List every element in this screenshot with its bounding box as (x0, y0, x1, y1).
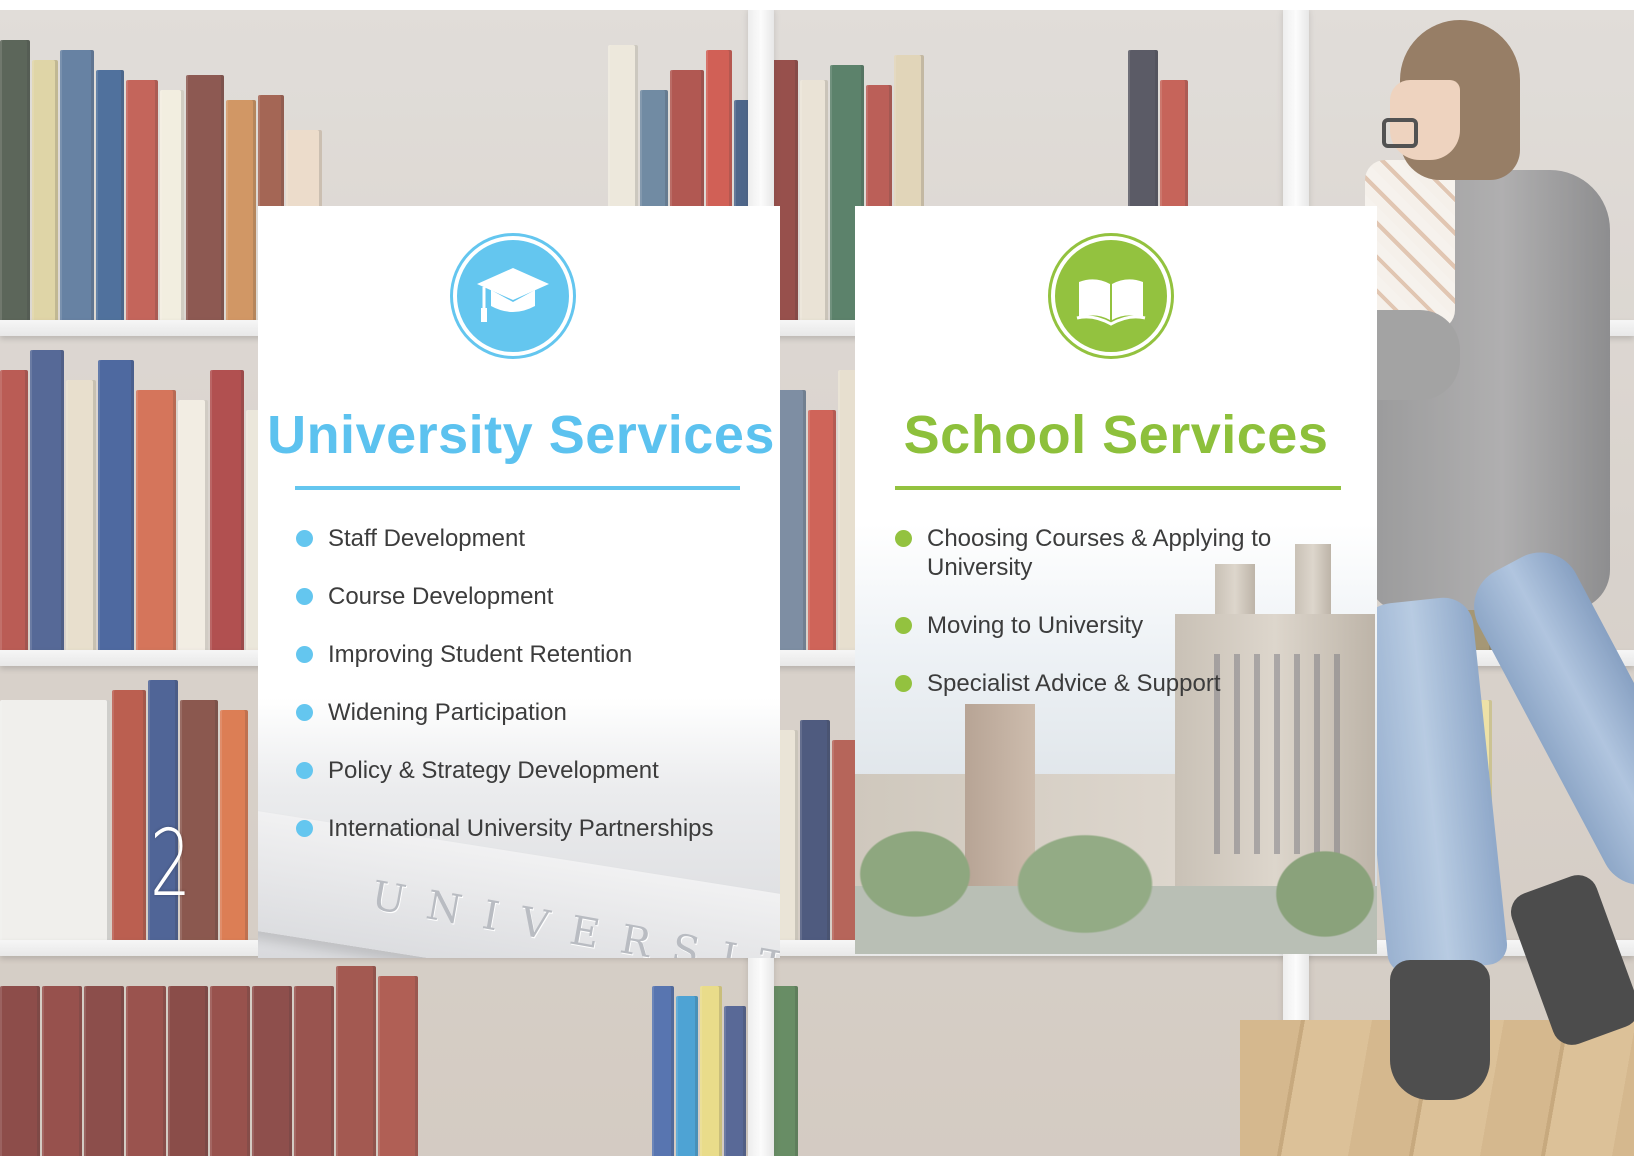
list-item: International University Partnerships (296, 814, 766, 843)
school-services-list: Choosing Courses & Applying to Universit… (895, 524, 1295, 727)
university-title-underline (295, 486, 740, 490)
university-services-title: University Services (267, 405, 775, 465)
list-item: Course Development (296, 582, 766, 611)
school-services-title: School Services (903, 405, 1329, 465)
list-item: Widening Participation (296, 698, 766, 727)
list-item: Staff Development (296, 524, 766, 553)
bullet-icon (296, 588, 313, 605)
page-number: 2 (150, 810, 191, 917)
school-services-card: School Services Choosing Courses & Apply… (855, 206, 1377, 954)
university-services-list: Staff Development Course Development Imp… (296, 524, 766, 872)
bullet-icon (296, 704, 313, 721)
bullet-icon (296, 820, 313, 837)
list-item: Moving to University (895, 611, 1295, 640)
bullet-icon (895, 675, 912, 692)
bullet-icon (296, 530, 313, 547)
list-item: Policy & Strategy Development (296, 756, 766, 785)
bullet-icon (296, 646, 313, 663)
open-book-icon (1051, 236, 1171, 356)
university-services-card: UNIVERSITY University Services Staff Dev… (258, 206, 780, 958)
bullet-icon (895, 617, 912, 634)
list-item: Choosing Courses & Applying to Universit… (895, 524, 1295, 582)
list-item: Specialist Advice & Support (895, 669, 1295, 698)
graduation-cap-icon (453, 236, 573, 356)
list-item: Improving Student Retention (296, 640, 766, 669)
bullet-icon (895, 530, 912, 547)
bullet-icon (296, 762, 313, 779)
bookshelf-background (0, 10, 1634, 1156)
school-title-underline (895, 486, 1341, 490)
